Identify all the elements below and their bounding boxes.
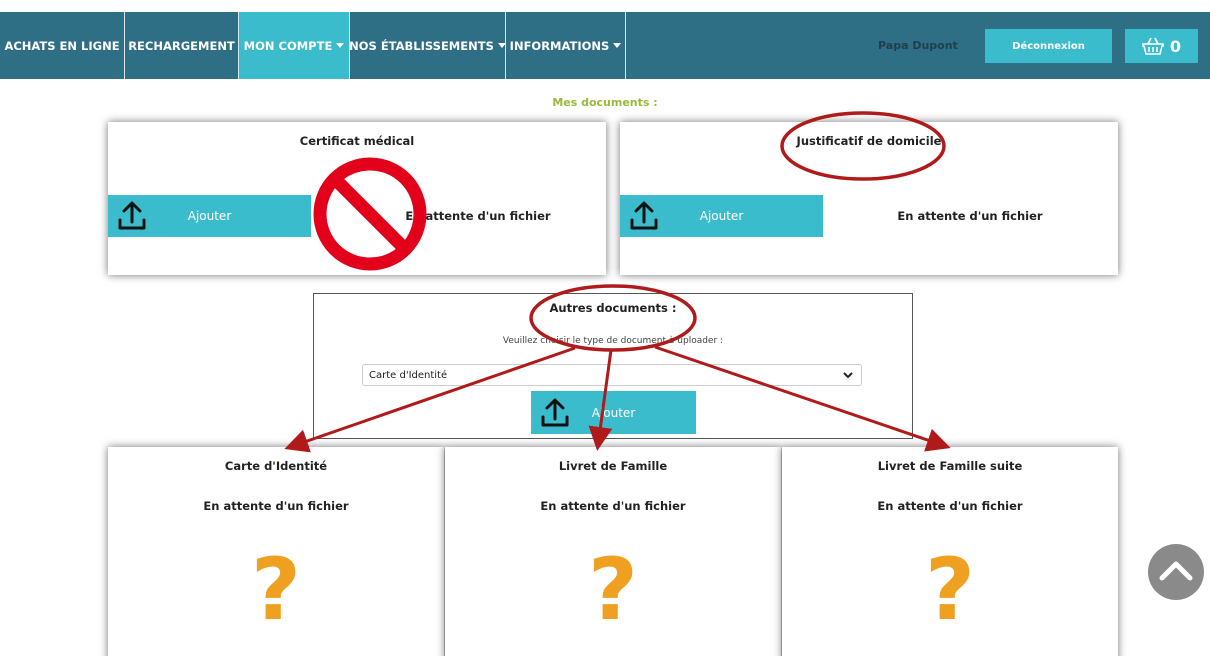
document-card-carte-identite: Carte d'Identité En attente d'un fichier…: [108, 447, 444, 656]
caret-down-icon: [336, 43, 345, 48]
card-title: Livret de Famille: [558, 459, 668, 473]
document-card-justificatif: Justificatif de domicile Ajouter En atte…: [620, 122, 1118, 275]
nav-label: ACHATS EN LIGNE: [4, 38, 120, 53]
upload-status: En attente d'un fichier: [540, 499, 686, 513]
section-title: Mes documents :: [552, 96, 658, 109]
helper-text: Veuillez choisir le type de document à u…: [502, 336, 724, 346]
logout-button[interactable]: Déconnexion: [985, 29, 1112, 63]
card-title: Livret de Famille suite: [877, 459, 1023, 473]
nav-informations[interactable]: INFORMATIONS: [506, 12, 625, 79]
upload-status: En attente d'un fichier: [877, 499, 1023, 513]
upload-button-label: Ajouter: [699, 209, 744, 223]
other-documents-panel: Autres documents : Veuillez choisir le t…: [313, 293, 913, 439]
scroll-to-top-button[interactable]: [1148, 544, 1204, 600]
upload-button-label: Ajouter: [187, 209, 232, 223]
nav-mon-compte[interactable]: MON COMPTE: [239, 12, 349, 79]
upload-button[interactable]: Ajouter: [108, 195, 311, 237]
cart-button[interactable]: 0: [1125, 29, 1198, 63]
upload-button[interactable]: Ajouter: [620, 195, 823, 237]
question-mark-icon: ?: [925, 540, 975, 640]
chevron-down-icon: [843, 372, 853, 379]
cart-count: 0: [1169, 36, 1182, 56]
nav-label: NOS ÉTABLISSEMENTS: [349, 38, 494, 53]
nav-nos-etablissements[interactable]: NOS ÉTABLISSEMENTS: [349, 12, 506, 79]
upload-button[interactable]: Ajouter: [531, 391, 696, 434]
question-mark-icon: ?: [588, 540, 638, 640]
card-title: Carte d'Identité: [224, 459, 328, 473]
upload-button-label: Ajouter: [591, 405, 636, 420]
card-title: Certificat médical: [299, 134, 415, 148]
document-card-livret-famille: Livret de Famille En attente d'un fichie…: [445, 447, 781, 656]
document-card-livret-famille-suite: Livret de Famille suite En attente d'un …: [782, 447, 1118, 656]
chevron-up-icon: [1159, 561, 1193, 581]
nav-rechargement[interactable]: RECHARGEMENT: [125, 12, 238, 79]
question-mark-icon: ?: [251, 540, 301, 640]
upload-status: En attente d'un fichier: [897, 209, 1043, 223]
card-title: Justificatif de domicile: [796, 134, 942, 148]
user-name: Papa Dupont: [878, 39, 958, 52]
nav-divider: [625, 12, 626, 79]
basket-icon: [1142, 37, 1164, 55]
panel-title: Autres documents :: [549, 301, 677, 315]
select-value: Carte d'Identité: [369, 369, 448, 381]
nav-label: RECHARGEMENT: [128, 38, 235, 53]
nav-label: INFORMATIONS: [509, 38, 610, 53]
upload-status: En attente d'un fichier: [405, 209, 551, 223]
caret-down-icon: [613, 43, 622, 48]
document-card-certificat: Certificat médical Ajouter En attente d'…: [108, 122, 606, 275]
nav-label: MON COMPTE: [243, 38, 333, 53]
upload-status: En attente d'un fichier: [203, 499, 349, 513]
document-type-select[interactable]: Carte d'Identité: [362, 364, 862, 386]
nav-achats-en-ligne[interactable]: ACHATS EN LIGNE: [0, 12, 124, 79]
